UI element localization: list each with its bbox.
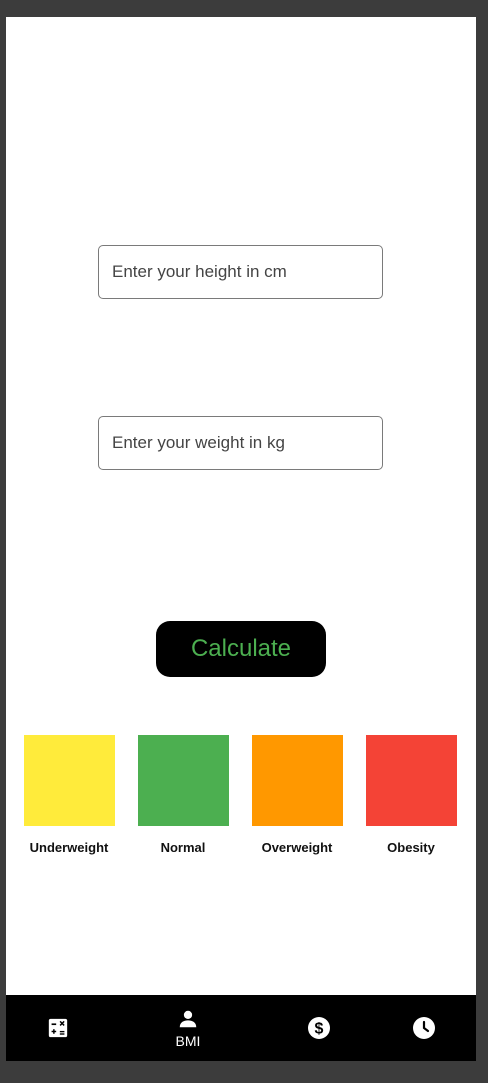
height-field[interactable] xyxy=(98,245,383,299)
calculate-button[interactable]: Calculate xyxy=(156,621,326,677)
app-screen: Calculate Underweight Normal Overweight … xyxy=(6,17,476,1061)
legend-item-overweight: Overweight xyxy=(240,735,354,855)
overweight-swatch xyxy=(251,735,343,826)
bmi-legend: Underweight Normal Overweight Obesity xyxy=(6,735,476,865)
weight-input[interactable] xyxy=(99,417,382,469)
legend-label: Normal xyxy=(160,840,206,855)
clock-icon xyxy=(413,1017,435,1039)
nav-label-bmi: BMI xyxy=(175,1032,201,1049)
normal-swatch xyxy=(137,735,229,826)
nav-item-calculator[interactable] xyxy=(38,995,78,1061)
underweight-swatch xyxy=(23,735,115,826)
legend-label: Overweight xyxy=(261,840,333,855)
legend-item-underweight: Underweight xyxy=(12,735,126,855)
legend-item-normal: Normal xyxy=(126,735,240,855)
person-icon xyxy=(179,1010,197,1027)
legend-label: Obesity xyxy=(387,840,435,855)
legend-item-obesity: Obesity xyxy=(354,735,468,855)
svg-text:$: $ xyxy=(315,1021,324,1038)
legend-label: Underweight xyxy=(29,840,109,855)
calculator-icon xyxy=(48,1018,68,1038)
height-input[interactable] xyxy=(99,246,382,298)
weight-field[interactable] xyxy=(98,416,383,470)
nav-item-bmi[interactable]: BMI xyxy=(158,995,218,1061)
obesity-swatch xyxy=(365,735,457,826)
dollar-icon: $ xyxy=(308,1017,330,1039)
nav-item-history[interactable] xyxy=(404,995,444,1061)
nav-item-money[interactable]: $ xyxy=(299,995,339,1061)
bottom-navigation: BMI $ xyxy=(6,995,476,1061)
